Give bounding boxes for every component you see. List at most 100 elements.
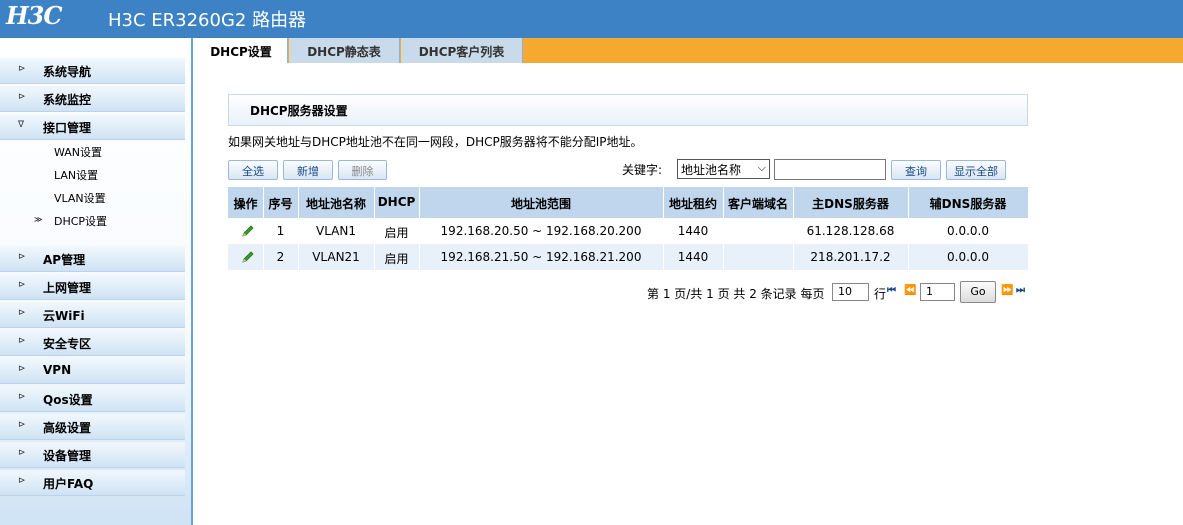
select-all-button[interactable]: 全选 [228, 160, 278, 180]
sidebar-item-device-mgmt[interactable]: ⊳ 设备管理 [0, 442, 185, 468]
column-divider [374, 187, 375, 270]
edit-pencil-icon[interactable] [240, 223, 256, 239]
edit-pencil-icon[interactable] [240, 249, 256, 265]
dhcp-status: 启用 [384, 252, 409, 266]
secondary-dns: 0.0.0.0 [947, 250, 989, 264]
sidebar-item-label: 系统导航 [43, 65, 92, 79]
page-number-input[interactable]: 1 [920, 283, 955, 301]
section-title: DHCP服务器设置 [250, 104, 348, 118]
row-index: 2 [276, 250, 285, 264]
expand-arrow-icon: ⊳ [18, 364, 26, 374]
next-page-icon[interactable]: ⏩ [1001, 285, 1013, 296]
show-all-button[interactable]: 显示全部 [946, 160, 1006, 180]
column-header: 辅DNS服务器 [929, 197, 1007, 211]
row-index: 1 [276, 224, 285, 238]
sidebar-item-system-monitor[interactable]: ⊳ 系统监控 [0, 86, 185, 112]
sidebar-item-qos[interactable]: ⊳ Qos设置 [0, 386, 185, 412]
sidebar-subitem-label: WAN设置 [54, 146, 103, 159]
sidebar-item-label: 设备管理 [43, 449, 92, 463]
column-divider [298, 187, 299, 270]
expand-arrow-icon: ⊳ [18, 420, 26, 430]
sidebar-subitem-lan[interactable]: LAN设置 [0, 164, 185, 186]
expand-arrow-icon: ⊳ [18, 392, 26, 402]
chevron-down-icon: ⌵ [757, 161, 766, 174]
tab-dhcp-static[interactable]: DHCP静态表 [289, 38, 400, 63]
column-header: 地址租约 [668, 197, 717, 211]
page-title: H3C ER3260G2 路由器 [108, 10, 307, 31]
last-page-icon[interactable]: ⏭ [1016, 285, 1025, 296]
sidebar-item-label: 上网管理 [43, 281, 92, 295]
lease-time: 1440 [677, 250, 709, 264]
column-header: 客户端域名 [727, 197, 788, 211]
section-header: DHCP服务器设置 [228, 94, 1028, 126]
sidebar-item-interface-mgmt[interactable]: ∇ 接口管理 [0, 114, 185, 140]
tab-dhcp-settings[interactable]: DHCP设置 [195, 38, 288, 63]
expand-arrow-icon: ⊳ [18, 252, 26, 262]
keyword-input[interactable] [774, 159, 886, 180]
sidebar-item-internet-mgmt[interactable]: ⊳ 上网管理 [0, 274, 185, 300]
per-page-input[interactable]: 10 [832, 283, 869, 301]
sidebar-item-label: 高级设置 [43, 421, 92, 435]
primary-dns: 218.201.17.2 [810, 250, 891, 264]
column-header: 序号 [268, 197, 293, 211]
notice-text: 如果网关地址与DHCP地址池不在同一网段，DHCP服务器将不能分配IP地址。 [228, 135, 643, 149]
sidebar-item-label: AP管理 [43, 253, 86, 267]
first-page-icon[interactable]: ⏮ [887, 285, 896, 296]
sidebar-subitem-label: DHCP设置 [54, 215, 108, 228]
column-header: 地址池范围 [510, 197, 571, 211]
collapse-arrow-icon: ∇ [18, 120, 25, 130]
sidebar-item-ap-mgmt[interactable]: ⊳ AP管理 [0, 246, 185, 272]
column-divider [663, 187, 664, 270]
pool-range: 192.168.20.50 ~ 192.168.20.200 [440, 224, 642, 238]
sidebar-item-security[interactable]: ⊳ 安全专区 [0, 330, 185, 356]
sidebar-subitem-dhcp[interactable]: ≫ DHCP设置 [0, 210, 185, 232]
sidebar-item-label: 接口管理 [43, 121, 92, 135]
column-divider [419, 187, 420, 270]
per-page-unit: 行 [874, 287, 887, 301]
expand-arrow-icon: ⊳ [18, 308, 26, 318]
column-header: 地址池名称 [305, 197, 366, 211]
sidebar-item-cloud-wifi[interactable]: ⊳ 云WiFi [0, 302, 185, 328]
column-divider [908, 187, 909, 270]
delete-button[interactable]: 删除 [338, 160, 387, 180]
column-divider [723, 187, 724, 270]
current-marker-icon: ≫ [34, 215, 43, 224]
expand-arrow-icon: ⊳ [18, 92, 26, 102]
expand-arrow-icon: ⊳ [18, 64, 26, 74]
pool-name: VLAN1 [316, 224, 356, 238]
sidebar-subitem-vlan[interactable]: VLAN设置 [0, 187, 185, 209]
sidebar-item-label: VPN [43, 363, 72, 377]
primary-dns: 61.128.128.68 [806, 224, 895, 238]
expand-arrow-icon: ⊳ [18, 280, 26, 290]
add-button[interactable]: 新增 [283, 160, 333, 180]
keyword-field-select[interactable]: 地址池名称 ⌵ [677, 159, 770, 179]
column-header: 操作 [233, 197, 258, 211]
secondary-dns: 0.0.0.0 [947, 224, 989, 238]
keyword-label: 关键字: [622, 163, 663, 177]
tab-dhcp-clients[interactable]: DHCP客户列表 [401, 38, 523, 63]
sidebar-item-label: 系统监控 [43, 93, 92, 107]
sidebar-item-faq[interactable]: ⊳ 用户FAQ [0, 470, 185, 496]
lease-time: 1440 [677, 224, 709, 238]
keyword-field-value: 地址池名称 [681, 163, 742, 177]
column-divider [263, 187, 264, 270]
sidebar-item-system-nav[interactable]: ⊳ 系统导航 [0, 58, 185, 84]
search-button[interactable]: 查询 [891, 160, 941, 180]
tab-bar: DHCP设置 DHCP静态表 DHCP客户列表 [195, 38, 1183, 63]
prev-page-icon[interactable]: ⏪ [904, 285, 916, 296]
sidebar-item-label: 云WiFi [43, 309, 85, 323]
sidebar-subitem-wan[interactable]: WAN设置 [0, 141, 185, 163]
pool-name: VLAN21 [312, 250, 360, 264]
sidebar-subitem-label: LAN设置 [54, 169, 99, 182]
pool-range: 192.168.21.50 ~ 192.168.21.200 [440, 250, 642, 264]
go-button[interactable]: Go [960, 281, 996, 303]
sidebar-item-label: 用户FAQ [43, 477, 94, 491]
column-header: DHCP [377, 195, 416, 209]
sidebar-item-vpn[interactable]: ⊳ VPN [0, 358, 185, 384]
sidebar-item-advanced[interactable]: ⊳ 高级设置 [0, 414, 185, 440]
h3c-logo: H3C [6, 1, 62, 30]
expand-arrow-icon: ⊳ [18, 476, 26, 486]
sidebar: ⊳ 系统导航 ⊳ 系统监控 ∇ 接口管理 WAN设置 LAN设置 VLAN设置 … [0, 38, 193, 525]
sidebar-item-label: Qos设置 [43, 393, 93, 407]
expand-arrow-icon: ⊳ [18, 448, 26, 458]
